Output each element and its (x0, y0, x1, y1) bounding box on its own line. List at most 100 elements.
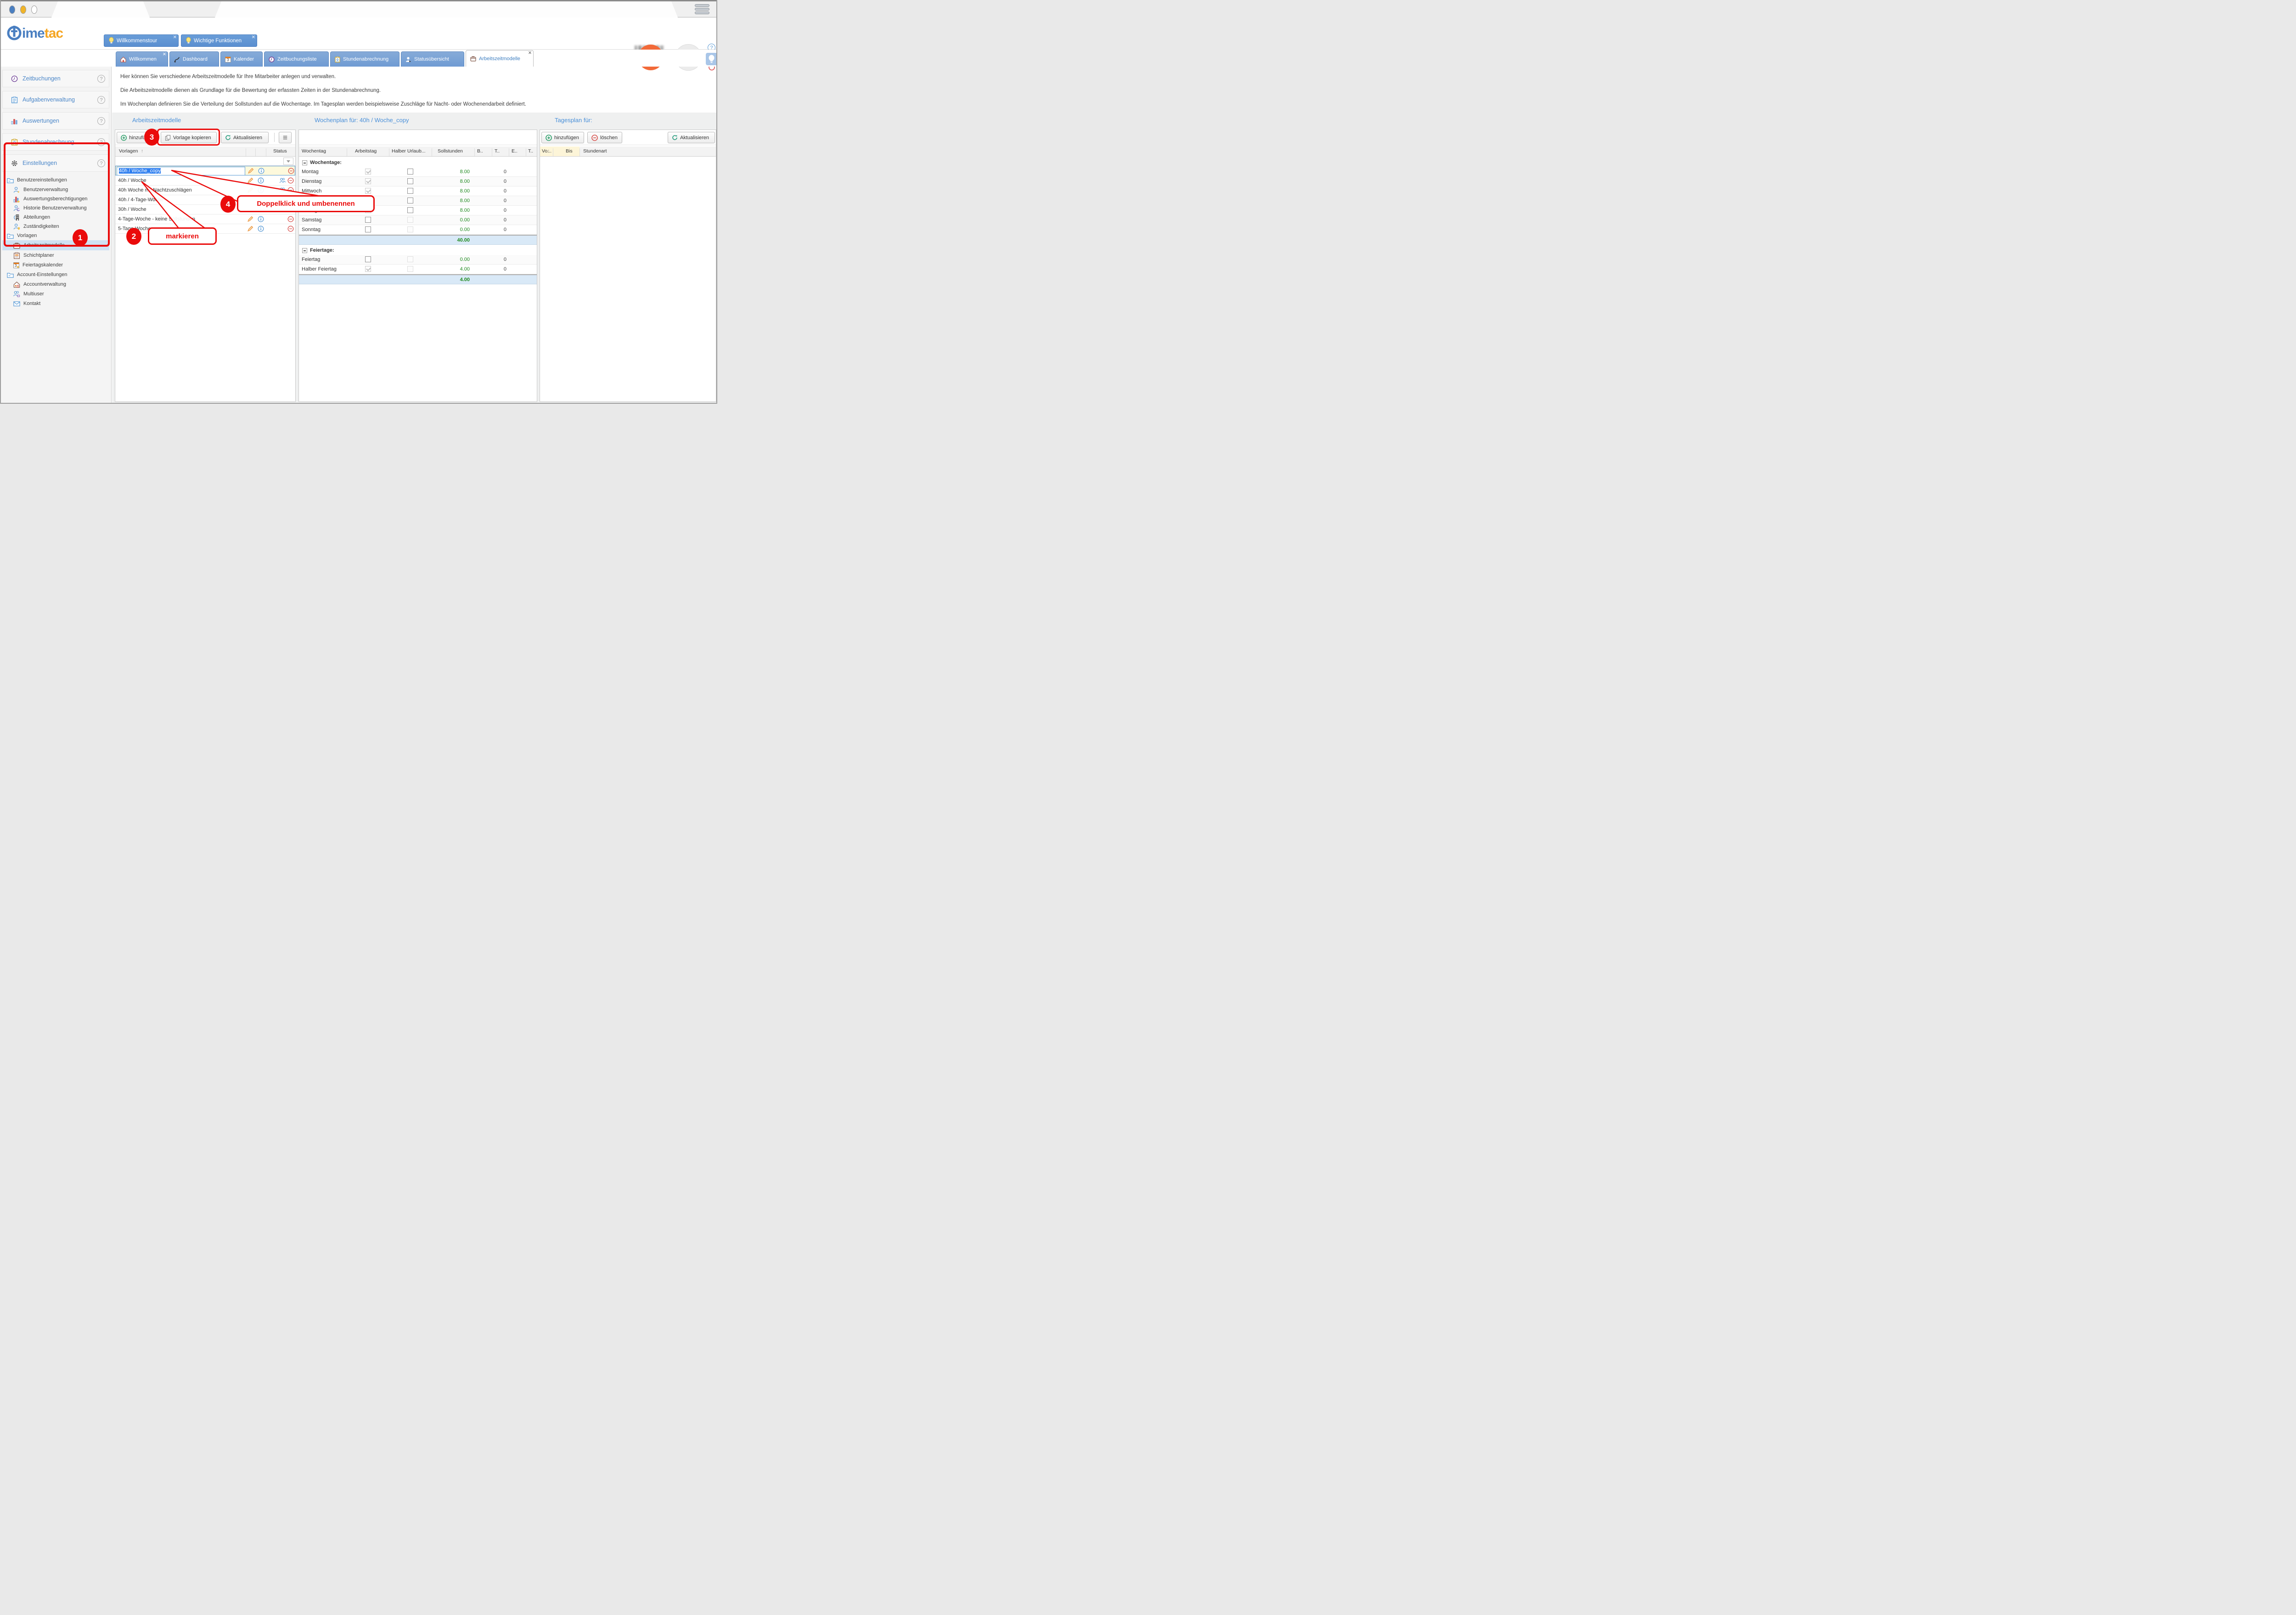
willkommenstour-button[interactable]: Willkommenstour✕ (104, 34, 179, 47)
sollstunden-value[interactable]: 0.00 (442, 227, 470, 232)
toleranz-value[interactable]: 0 (494, 208, 506, 213)
window-dot-white[interactable] (31, 6, 37, 14)
wichtige-funktionen-button[interactable]: Wichtige Funktionen✕ (181, 34, 257, 47)
collapse-group-icon[interactable] (302, 248, 307, 253)
help-icon[interactable]: ? (97, 117, 105, 125)
info-icon[interactable] (258, 168, 264, 174)
column-e[interactable]: E.. (512, 148, 518, 154)
tab-zeitbuchungsliste[interactable]: Zeitbuchungsliste (264, 51, 329, 67)
column-arbeitstag[interactable]: Arbeitstag (355, 148, 377, 154)
group-icon[interactable] (279, 177, 286, 184)
column-vorlagen[interactable]: Vorlagen (119, 148, 138, 154)
sidebar-item-kontakt[interactable]: Kontakt (2, 299, 109, 308)
group-row-feiertage[interactable]: Feiertage: (299, 247, 537, 255)
sollstunden-value[interactable]: 8.00 (442, 169, 470, 175)
browser-tab[interactable] (51, 1, 150, 17)
wochenplan-row-halber-feiertag[interactable]: Halber Feiertag 4.00 0 (299, 265, 537, 274)
sollstunden-value[interactable]: 8.00 (442, 198, 470, 203)
browser-menu-icon[interactable] (695, 4, 709, 16)
tagesplan-table-header[interactable]: Vo... ↑ Bis Stundenart (540, 147, 716, 157)
toleranz-value[interactable]: 0 (494, 179, 506, 184)
column-t2[interactable]: T.. (528, 148, 533, 154)
column-t1[interactable]: T.. (495, 148, 500, 154)
halber-urlaub-checkbox[interactable] (407, 169, 413, 175)
wochenplan-row-dienstag[interactable]: Dienstag 8.00 0 (299, 177, 537, 186)
refresh-dayplan-button[interactable]: Aktualisieren (668, 132, 715, 143)
tab-dashboard[interactable]: Dashboard (169, 51, 219, 67)
info-icon[interactable] (258, 177, 264, 184)
close-icon[interactable]: ✕ (528, 51, 532, 56)
halber-urlaub-checkbox[interactable] (407, 188, 413, 194)
halber-urlaub-checkbox[interactable] (407, 178, 413, 184)
sollstunden-value[interactable]: 0.00 (442, 257, 470, 262)
window-dot-blue[interactable] (9, 6, 15, 14)
close-icon[interactable]: ✕ (163, 52, 166, 57)
column-sollstunden[interactable]: Sollstunden (438, 148, 463, 154)
arbeitstag-checkbox[interactable] (365, 217, 371, 223)
tab-willkommen[interactable]: Willkommen✕ (116, 51, 168, 67)
tab-statusuebersicht[interactable]: Statusübersicht (401, 51, 464, 67)
toleranz-value[interactable]: 0 (494, 217, 506, 223)
edit-icon[interactable] (247, 216, 253, 222)
column-von[interactable]: Vo... (542, 148, 551, 154)
vorlagen-row-editing[interactable]: 40h / Woche_copy (115, 166, 295, 175)
tab-arbeitszeitmodelle[interactable]: Arbeitszeitmodelle✕ (466, 50, 534, 67)
wochenplan-row-samstag[interactable]: Samstag 0.00 0 (299, 215, 537, 225)
sollstunden-value[interactable]: 0.00 (442, 217, 470, 223)
tab-stundenabrechnung[interactable]: Stundenabrechnung (330, 51, 400, 67)
sollstunden-value[interactable]: 8.00 (442, 179, 470, 184)
add-dayplan-button[interactable]: hinzufügen (541, 132, 584, 143)
sidebar-item-schichtplaner[interactable]: Schichtplaner (2, 251, 109, 260)
vorlagen-row[interactable]: 40h Woche mit Nachtzuschlägen (115, 186, 295, 195)
column-halber-urlaub[interactable]: Halber Urlaub... (392, 148, 426, 154)
deactivate-icon[interactable] (287, 216, 294, 222)
sidebar-item-aufgabenverwaltung[interactable]: Aufgabenverwaltung? (2, 91, 109, 108)
deactivate-icon[interactable] (287, 187, 294, 193)
sidebar-item-zeitbuchungen[interactable]: Zeitbuchungen? (2, 70, 109, 87)
collapse-group-icon[interactable] (302, 160, 307, 165)
halber-urlaub-checkbox[interactable] (407, 207, 413, 213)
delete-dayplan-button[interactable]: löschen (587, 132, 622, 143)
info-icon[interactable] (258, 187, 264, 193)
column-status[interactable]: Status (273, 148, 287, 154)
sidebar-item-feiertagskalender[interactable]: 3 Feiertagskalender (2, 260, 109, 270)
close-icon[interactable]: ✕ (252, 35, 255, 40)
sidebar-item-account-einstellungen[interactable]: Account-Einstellungen (2, 270, 109, 279)
wochenplan-row-sonntag[interactable]: Sonntag 0.00 0 (299, 225, 537, 235)
sidebar-item-accountverwaltung[interactable]: Accountverwaltung (2, 280, 109, 289)
browser-tab-wide[interactable] (215, 1, 678, 17)
column-bis[interactable]: Bis (566, 148, 573, 154)
group-row-wochentage[interactable]: Wochentage: (299, 159, 537, 167)
toleranz-value[interactable]: 0 (494, 198, 506, 203)
list-view-button[interactable] (279, 132, 292, 143)
sollstunden-value[interactable]: 8.00 (442, 208, 470, 213)
toleranz-value[interactable]: 0 (494, 188, 506, 194)
toleranz-value[interactable]: 0 (494, 227, 506, 232)
sidebar-item-multiuser[interactable]: Multiuser (2, 289, 109, 299)
edit-icon[interactable] (248, 168, 254, 174)
toleranz-value[interactable]: 0 (494, 266, 506, 272)
edit-icon[interactable] (247, 187, 253, 193)
deactivate-icon[interactable] (287, 226, 294, 232)
edit-icon[interactable] (247, 177, 253, 184)
sollstunden-value[interactable]: 8.00 (442, 188, 470, 194)
column-wochentag[interactable]: Wochentag (302, 148, 326, 154)
toleranz-value[interactable]: 0 (494, 257, 506, 262)
column-b[interactable]: B.. (477, 148, 483, 154)
info-icon[interactable] (258, 216, 264, 222)
wochenplan-row-montag[interactable]: Montag 8.00 0 (299, 167, 537, 177)
window-dot-yellow[interactable] (20, 6, 26, 14)
toleranz-value[interactable]: 0 (494, 169, 506, 175)
wochenplan-row-mittwoch[interactable]: Mittwoch 8.00 0 (299, 186, 537, 196)
vorlagen-row[interactable]: 40h / Woche (115, 176, 295, 186)
vorlagen-row[interactable]: 4-Tage-Woche - keine Sollstunden (115, 215, 295, 224)
group-icon[interactable] (279, 187, 286, 193)
sidebar-item-auswertungen[interactable]: Auswertungen? (2, 112, 109, 130)
vorlagen-table-header[interactable]: Vorlagen ↑ Status (115, 147, 295, 157)
halber-urlaub-checkbox[interactable] (407, 198, 413, 203)
template-name-input[interactable]: 40h / Woche_copy (117, 167, 245, 175)
info-icon[interactable] (258, 226, 264, 232)
wochenplan-table-header[interactable]: Wochentag Arbeitstag Halber Urlaub... So… (299, 147, 537, 157)
status-filter-dropdown[interactable] (283, 158, 293, 165)
tips-lightbulb-button[interactable] (706, 53, 717, 65)
